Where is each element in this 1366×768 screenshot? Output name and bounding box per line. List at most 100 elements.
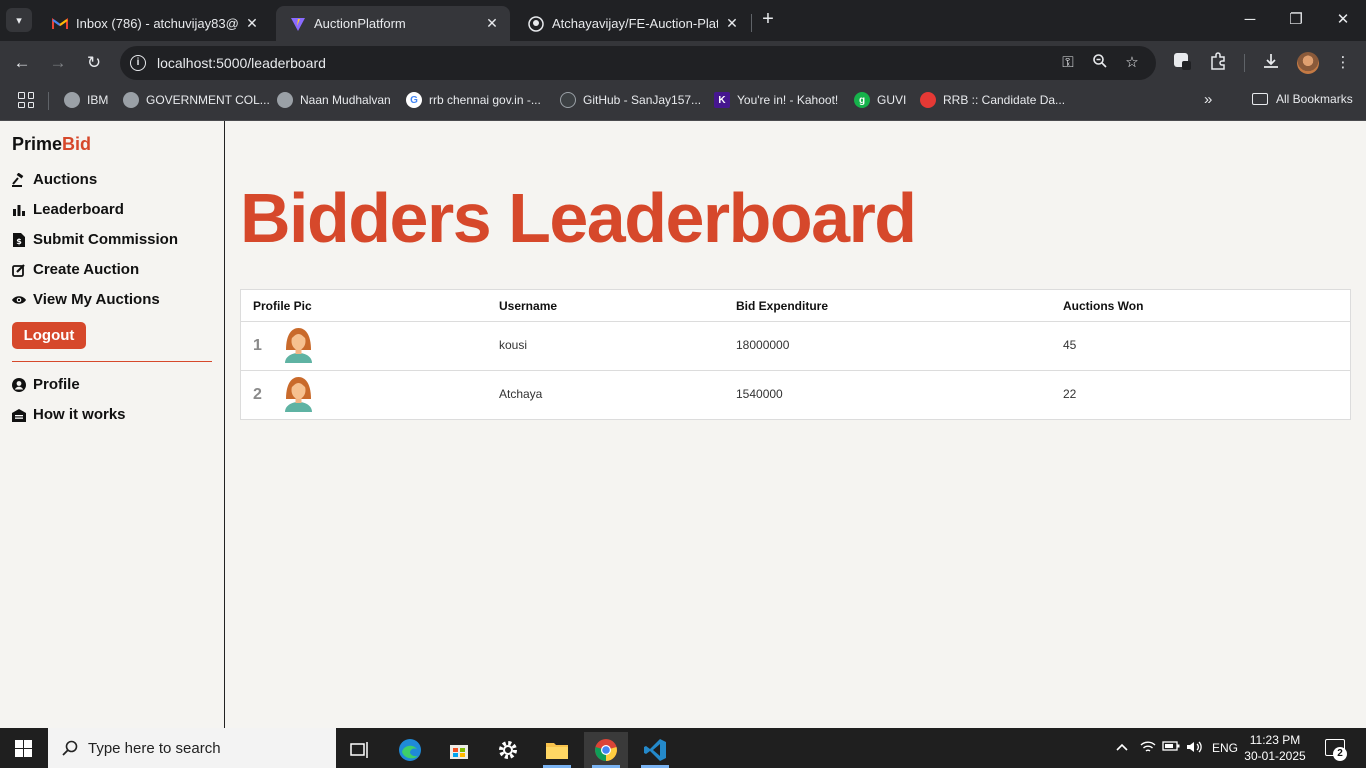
tab-search-button[interactable]: ▾ <box>6 8 32 32</box>
edge-icon[interactable] <box>388 732 432 768</box>
sidebar-item-label: Leaderboard <box>33 201 124 218</box>
browser-tab-strip: ▾ Inbox (786) - atchuvijay83@gmail.com ✕… <box>0 0 1366 41</box>
wifi-icon[interactable] <box>1140 740 1156 757</box>
bookmark-rrb-chennai[interactable]: G rrb chennai gov.in -... <box>406 92 541 108</box>
sidebar-item-view-my-auctions[interactable]: View My Auctions <box>12 291 160 308</box>
bookmark-ibm[interactable]: IBM <box>64 92 108 108</box>
file-explorer-icon[interactable] <box>535 732 579 768</box>
profile-avatar[interactable] <box>1297 52 1319 74</box>
tab-github[interactable]: Atchayavijay/FE-Auction-Platform ✕ <box>514 6 750 41</box>
sidebar-item-label: View My Auctions <box>33 291 160 308</box>
restore-icon[interactable]: ❐ <box>1284 8 1308 32</box>
taskbar-search-box[interactable]: Type here to search <box>48 728 336 768</box>
toolbar-separator <box>1244 54 1245 72</box>
gavel-icon <box>12 172 26 187</box>
all-bookmarks-label: All Bookmarks <box>1276 92 1353 106</box>
sidebar-item-label: How it works <box>33 406 126 423</box>
bookmark-label: GUVI <box>877 93 907 107</box>
windows-start-icon[interactable] <box>15 740 32 757</box>
brand-logo[interactable]: PrimeBid <box>12 134 91 155</box>
bookmark-github-sanjay[interactable]: GitHub - SanJay157... <box>560 92 701 108</box>
table-row: 2 Atchaya 1540000 22 <box>241 370 1350 419</box>
username-cell: kousi <box>499 338 528 352</box>
browser-toolbar: ← → ↻ i localhost:5000/leaderboard ⚿ ☆ ⋮ <box>0 41 1366 85</box>
bookmark-kahoot[interactable]: K You're in! - Kahoot! <box>714 92 838 108</box>
site-info-icon[interactable]: i <box>130 55 146 71</box>
eye-icon <box>12 293 26 307</box>
github-icon <box>560 92 576 108</box>
all-bookmarks-button[interactable]: All Bookmarks <box>1252 92 1353 106</box>
bookmarks-separator <box>48 92 49 110</box>
close-tab-icon[interactable]: ✕ <box>484 15 500 32</box>
guvi-icon: g <box>854 92 870 108</box>
bookmark-label: GitHub - SanJay157... <box>583 93 702 107</box>
sidebar-item-submit-commission[interactable]: $ Submit Commission <box>12 231 178 248</box>
globe-icon <box>277 92 293 108</box>
bookmark-rrb-candidate[interactable]: RRB :: Candidate Da... <box>920 92 1065 108</box>
input-language[interactable]: ENG <box>1212 741 1238 755</box>
forward-icon[interactable]: → <box>46 51 70 75</box>
rank-number: 1 <box>253 337 262 354</box>
tab-title: Inbox (786) - atchuvijay83@gmail.com <box>76 16 238 31</box>
apps-grid-icon[interactable] <box>18 92 34 108</box>
bid-expenditure-cell: 1540000 <box>736 387 783 401</box>
bid-expenditure-cell: 18000000 <box>736 338 790 352</box>
minimize-icon[interactable]: ─ <box>1238 8 1262 32</box>
settings-gear-icon[interactable] <box>486 732 530 768</box>
bar-chart-icon <box>12 203 26 217</box>
column-header-profile-pic: Profile Pic <box>253 299 312 313</box>
system-clock[interactable]: 11:23 PM 30-01-2025 <box>1240 732 1310 764</box>
sidebar-item-how-it-works[interactable]: How it works <box>12 406 126 423</box>
reload-icon[interactable]: ↻ <box>82 51 106 75</box>
new-tab-button[interactable]: + <box>758 9 778 31</box>
vite-icon <box>290 16 306 32</box>
task-view-icon[interactable] <box>338 732 382 768</box>
tab-gmail[interactable]: Inbox (786) - atchuvijay83@gmail.com ✕ <box>38 6 270 41</box>
file-invoice-icon: $ <box>12 232 26 247</box>
logout-button[interactable]: Logout <box>12 322 86 349</box>
extensions-puzzle-icon[interactable] <box>1207 52 1229 74</box>
microsoft-store-icon[interactable] <box>437 732 481 768</box>
search-icon <box>62 740 78 756</box>
username-cell: Atchaya <box>499 387 543 401</box>
vscode-icon[interactable] <box>633 732 677 768</box>
password-key-icon[interactable]: ⚿ <box>1058 53 1078 73</box>
url-text[interactable]: localhost:5000/leaderboard <box>157 55 326 71</box>
edit-icon <box>12 263 26 277</box>
more-bookmarks-icon[interactable]: » <box>1204 91 1212 108</box>
show-hidden-icons-chevron-icon[interactable] <box>1115 740 1129 757</box>
bookmark-star-icon[interactable]: ☆ <box>1122 53 1142 73</box>
bookmark-label: IBM <box>87 93 109 107</box>
bookmark-government-college[interactable]: GOVERNMENT COL... <box>123 92 270 108</box>
rank-number: 2 <box>253 386 262 403</box>
table-row: 1 kousi 18000000 45 <box>241 321 1350 370</box>
zoom-icon[interactable] <box>1090 53 1110 73</box>
tab-title: AuctionPlatform <box>314 16 406 31</box>
garage-icon <box>12 408 26 422</box>
sidebar-item-label: Create Auction <box>33 261 140 278</box>
download-icon[interactable] <box>1260 52 1282 74</box>
profile-avatar <box>283 326 314 363</box>
windows-taskbar: Type here to search ENG 11:23 PM 30-01-2… <box>0 728 1366 768</box>
sidebar-item-leaderboard[interactable]: Leaderboard <box>12 201 124 218</box>
sidebar-item-auctions[interactable]: Auctions <box>12 171 97 188</box>
bookmark-label: rrb chennai gov.in -... <box>429 93 541 107</box>
close-tab-icon[interactable]: ✕ <box>724 15 740 32</box>
tab-auctionplatform[interactable]: AuctionPlatform ✕ <box>276 6 510 41</box>
close-tab-icon[interactable]: ✕ <box>244 15 260 32</box>
sidebar-item-label: Profile <box>33 376 80 393</box>
close-window-icon[interactable]: ✕ <box>1331 8 1355 32</box>
address-bar[interactable]: i localhost:5000/leaderboard ⚿ ☆ <box>120 46 1156 80</box>
battery-icon[interactable] <box>1162 740 1180 755</box>
bookmark-guvi[interactable]: g GUVI <box>854 92 906 108</box>
chrome-icon[interactable] <box>584 732 628 768</box>
globe-icon <box>64 92 80 108</box>
chrome-menu-icon[interactable]: ⋮ <box>1332 52 1354 74</box>
back-icon[interactable]: ← <box>10 51 34 75</box>
sidebar-item-label: Submit Commission <box>33 231 179 248</box>
sidebar-item-create-auction[interactable]: Create Auction <box>12 261 139 278</box>
sidebar-item-profile[interactable]: Profile <box>12 376 80 393</box>
bookmark-naan-mudhalvan[interactable]: Naan Mudhalvan <box>277 92 391 108</box>
extension-app-icon[interactable] <box>1171 52 1193 74</box>
volume-icon[interactable] <box>1186 740 1204 757</box>
